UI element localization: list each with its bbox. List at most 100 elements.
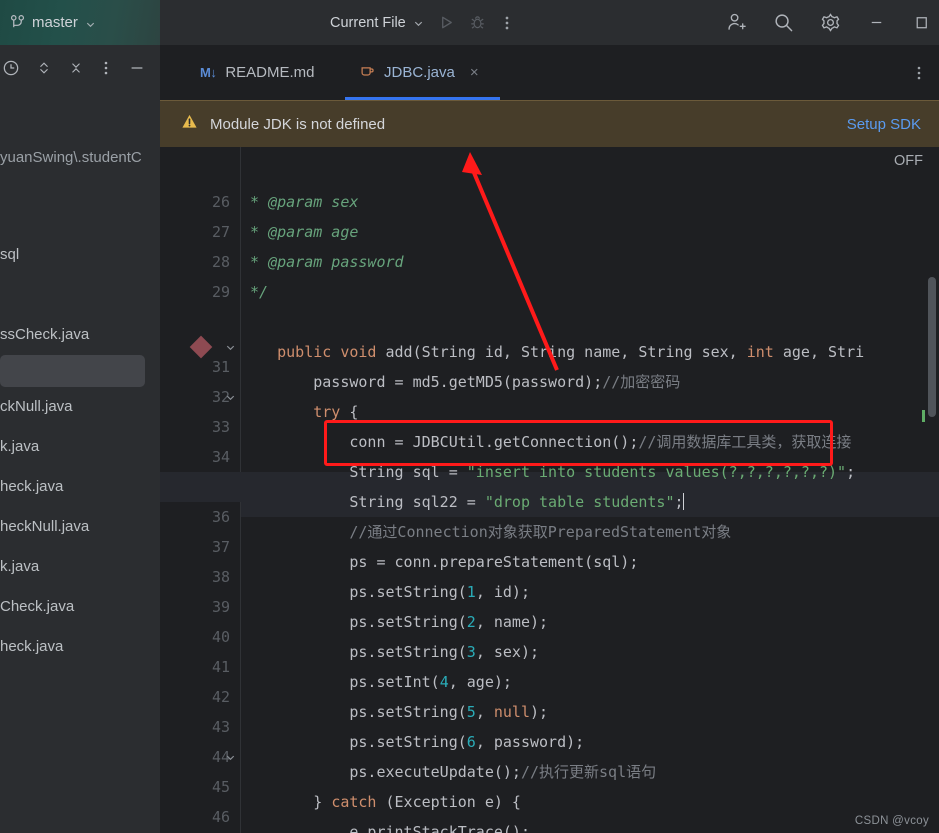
code-token: String (520, 343, 576, 361)
code-token: //通过Connection对象获取PreparedStatement对象 (241, 523, 732, 541)
line-number: 40 (211, 628, 230, 646)
line-number: 42 (211, 688, 230, 706)
code-token: 5 (466, 703, 476, 721)
code-token: * @param password (241, 253, 404, 271)
code-token: ps = conn.prepareStatement(sql); (241, 553, 639, 571)
window-controls (726, 0, 931, 45)
code-token: , password); (475, 733, 585, 751)
list-item[interactable]: ssCheck.java (0, 315, 160, 355)
code-token: , id); (475, 583, 530, 601)
line-number: 41 (211, 658, 230, 676)
code-line: e.printStackTrace(); (241, 817, 939, 833)
line-number: 37 (211, 538, 230, 556)
code-line: ps.setString(1, id); (241, 577, 939, 607)
line-number: 28 (211, 253, 230, 271)
setup-sdk-link[interactable]: Setup SDK (847, 116, 921, 133)
code-text[interactable]: * @param sex * @param age * @param passw… (160, 147, 939, 833)
code-line: public void add(String id, String name, … (241, 337, 939, 367)
line-number: 36 (211, 508, 230, 526)
tab-more-icon[interactable] (913, 45, 925, 100)
search-icon[interactable] (773, 12, 794, 33)
code-token: (Exception e) { (376, 793, 521, 811)
code-token: try (241, 403, 341, 421)
line-number: 31 (211, 358, 230, 376)
more-vertical-icon[interactable] (500, 14, 514, 32)
run-toolbar: Current File (330, 0, 514, 45)
collapse-all-icon[interactable] (68, 59, 84, 77)
code-line: */ (241, 277, 939, 307)
line-number: 32 (211, 388, 230, 406)
code-token: ); (530, 703, 549, 721)
code-line: * @param password (241, 247, 939, 277)
line-number: 46 (211, 808, 230, 826)
run-icon[interactable] (438, 14, 455, 31)
list-item[interactable]: Check.java (0, 587, 160, 627)
line-number: 43 (211, 718, 230, 736)
list-item[interactable]: k.java (0, 427, 160, 467)
close-icon[interactable]: × (470, 65, 479, 80)
code-line-current: String sql22 = "drop table students"; (241, 487, 939, 517)
code-token: String (421, 343, 476, 361)
fold-chevron-icon[interactable] (223, 742, 237, 772)
add-user-icon[interactable] (726, 12, 747, 33)
code-token: sex, (692, 343, 747, 361)
code-token: ps.setString( (241, 733, 467, 751)
list-item-selected[interactable] (0, 355, 145, 387)
code-token: ; (846, 463, 856, 481)
code-token: 4 (439, 673, 449, 691)
git-branch-selector[interactable]: master (10, 8, 96, 36)
tree-gap (0, 275, 160, 315)
project-breadcrumb: yuanSwing\.studentC (0, 149, 142, 166)
code-line: ps.setString(6, password); (241, 727, 939, 757)
jdk-warning-banner: Module JDK is not defined Setup SDK (160, 100, 939, 148)
clock-icon[interactable] (2, 59, 20, 77)
list-item[interactable]: ckNull.java (0, 387, 160, 427)
more-vertical-icon[interactable] (100, 59, 112, 77)
code-token: add( (385, 343, 422, 361)
run-configuration-label: Current File (330, 14, 406, 31)
code-token: 2 (466, 613, 476, 631)
gear-icon[interactable] (820, 12, 841, 33)
line-number: 27 (211, 223, 230, 241)
line-number: 34 (211, 448, 230, 466)
code-token: ps.setString( (241, 583, 467, 601)
code-token: } (241, 793, 332, 811)
code-line: ps.setString(5, null); (241, 697, 939, 727)
tab-jdbc-java[interactable]: JDBC.java × (345, 45, 493, 100)
vertical-scrollbar[interactable] (928, 277, 936, 417)
fold-chevron-icon[interactable] (223, 382, 237, 412)
line-number: 33 (211, 418, 230, 436)
project-file-tree: sql ssCheck.java ckNull.java k.java heck… (0, 195, 160, 667)
collapse-expand-icon[interactable] (36, 59, 52, 77)
list-item[interactable]: heck.java (0, 627, 160, 667)
red-annotation-box (324, 420, 833, 466)
code-token: , age); (448, 673, 512, 691)
code-token: id, (475, 343, 521, 361)
title-bar: master Current File (0, 0, 939, 45)
code-token: //加密密码 (602, 373, 681, 391)
code-token: ps.setString( (241, 703, 467, 721)
code-token: */ (241, 283, 269, 301)
list-item[interactable]: heck.java (0, 467, 160, 507)
scrollbar-change-marker (922, 410, 925, 422)
chevron-down-icon (413, 17, 424, 28)
project-toolbar (0, 45, 160, 90)
code-line: ps.executeUpdate();//执行更新sql语句 (241, 757, 939, 787)
list-item[interactable]: k.java (0, 547, 160, 587)
list-item[interactable]: sql (0, 235, 160, 275)
code-editor[interactable]: OFF 26 27 28 29 31 32 33 34 35 (160, 147, 939, 833)
hide-panel-icon[interactable] (128, 59, 146, 77)
minimize-button[interactable] (867, 13, 886, 32)
line-number: 45 (211, 778, 230, 796)
code-token: 1 (466, 583, 476, 601)
code-token: , (475, 703, 494, 721)
code-token: age, (773, 343, 829, 361)
debug-icon[interactable] (469, 14, 486, 31)
tab-readme-md[interactable]: M↓ README.md (186, 45, 329, 100)
banner-message: Module JDK is not defined (210, 115, 386, 133)
warning-triangle-icon (181, 113, 198, 135)
run-configuration-selector[interactable]: Current File (330, 15, 424, 31)
list-item[interactable]: heckNull.java (0, 507, 160, 547)
maximize-button[interactable] (912, 13, 931, 32)
git-branch-label: master (32, 13, 78, 31)
